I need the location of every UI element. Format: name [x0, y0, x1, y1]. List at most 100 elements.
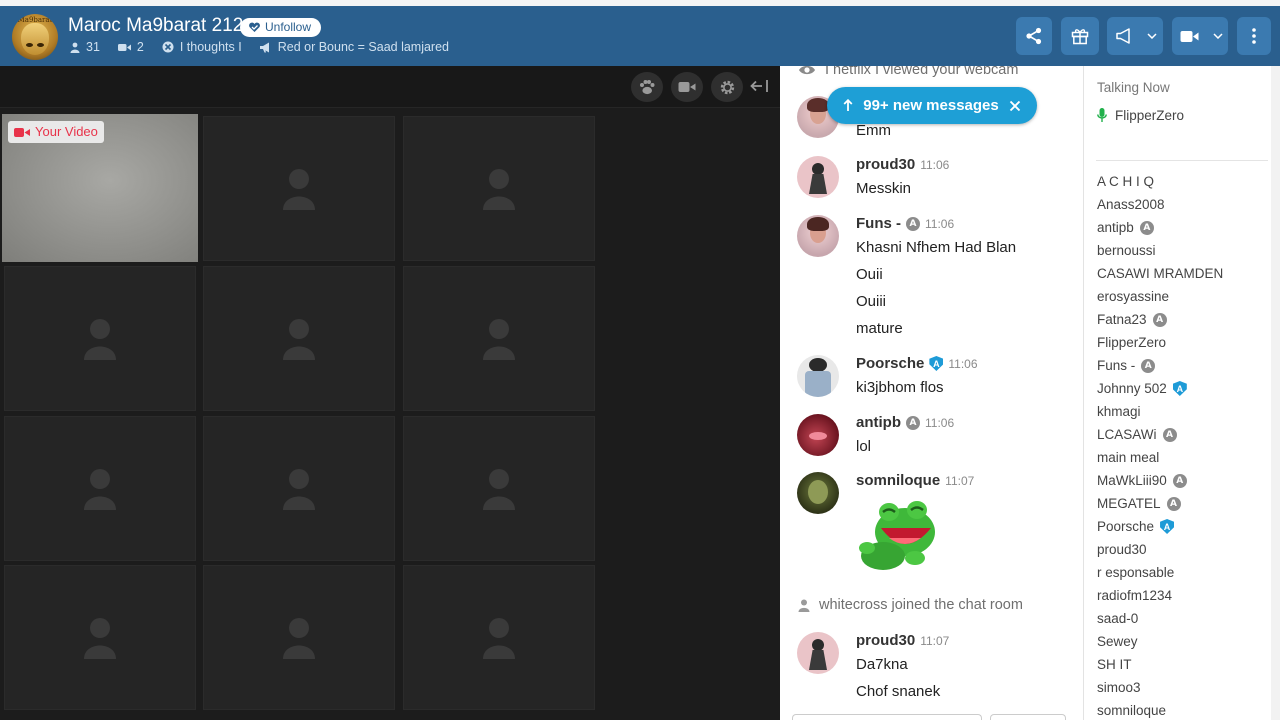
avatar-hair [807, 217, 829, 231]
user-name: SH IT [1097, 657, 1132, 672]
user-list-item[interactable]: r esponsable [1097, 561, 1223, 584]
message-text: Chof snanek [856, 683, 941, 700]
avatar-head [812, 163, 824, 175]
camera-dropdown-button[interactable] [1172, 17, 1228, 55]
user-avatar[interactable] [797, 355, 839, 397]
user-placeholder-icon [283, 318, 315, 360]
new-messages-button[interactable]: 99+ new messages [827, 87, 1037, 124]
camera-count-icon [117, 43, 131, 51]
message-text: mature [856, 320, 903, 337]
more-menu-button[interactable] [1237, 17, 1271, 55]
user-list-item[interactable]: proud30 [1097, 538, 1223, 561]
user-list-item[interactable]: Poorsche A [1097, 515, 1223, 538]
gift-button[interactable] [1061, 17, 1099, 55]
message-author[interactable]: proud30 11:07 [856, 632, 949, 649]
system-message-text: I netflix I viewed your webcam [825, 66, 1019, 78]
user-name: antipb [1097, 220, 1134, 235]
user-list-item[interactable]: khmagi [1097, 400, 1223, 423]
announce-dropdown-button[interactable] [1107, 17, 1163, 55]
user-avatar[interactable] [797, 472, 839, 514]
new-messages-label: 99+ new messages [863, 97, 999, 114]
message-author[interactable]: proud30 11:06 [856, 156, 949, 173]
paw-button[interactable] [631, 72, 663, 102]
user-name: A C H I Q [1097, 174, 1155, 189]
user-list-item[interactable]: erosyassine [1097, 285, 1223, 308]
collapse-button[interactable] [750, 78, 770, 99]
laughing-frog-sticker [855, 498, 943, 579]
user-avatar[interactable] [797, 632, 839, 674]
user-name: Fatna23 [1097, 312, 1147, 327]
close-icon[interactable] [1009, 100, 1021, 112]
chat-input[interactable] [792, 714, 982, 720]
heart-check-icon [249, 22, 260, 32]
more-icon [1252, 28, 1256, 44]
room-avatar[interactable]: Ma9barat 212 [12, 14, 58, 60]
message-text: Emm [856, 122, 891, 139]
user-avatar[interactable] [797, 414, 839, 456]
user-name: somniloque [1097, 703, 1167, 718]
user-placeholder-icon [483, 168, 515, 210]
user-list-item[interactable]: SH IT [1097, 653, 1223, 676]
scrollbar[interactable] [1271, 66, 1280, 720]
user-list-item[interactable]: Johnny 502 A [1097, 377, 1223, 400]
user-list-item[interactable]: MEGATEL A [1097, 492, 1223, 515]
user-name: FlipperZero [1097, 335, 1167, 350]
message-time: 11:07 [945, 473, 975, 488]
user-list-item[interactable]: Sewey [1097, 630, 1223, 653]
account-badge-icon: A [1162, 427, 1177, 442]
user-list-item[interactable]: Funs - A [1097, 354, 1223, 377]
message-author[interactable]: Poorsche A 11:06 [856, 355, 978, 372]
message-author[interactable]: antipb A 11:06 [856, 414, 954, 431]
video-tile-empty [403, 266, 595, 411]
avatar-head [809, 358, 827, 372]
user-list-item[interactable]: A C H I Q [1097, 170, 1223, 193]
user-list-item[interactable]: simoo3 [1097, 676, 1223, 699]
user-list-item[interactable]: CASAWI MRAMDEN [1097, 262, 1223, 285]
share-button[interactable] [1016, 17, 1052, 55]
user-list-item[interactable]: main meal [1097, 446, 1223, 469]
chat-send-area[interactable] [990, 714, 1066, 720]
arrow-up-icon [843, 99, 853, 111]
user-name: erosyassine [1097, 289, 1170, 304]
self-video-tile[interactable]: Your Video [2, 114, 198, 262]
user-list-item[interactable]: Fatna23 A [1097, 308, 1223, 331]
user-placeholder-icon [84, 617, 116, 659]
message-time: 11:06 [920, 157, 950, 172]
user-list-item[interactable]: somniloque [1097, 699, 1223, 720]
account-badge-icon: A [906, 415, 920, 430]
avatar-lips [809, 432, 827, 440]
user-list-item[interactable]: FlipperZero [1097, 331, 1223, 354]
microphone-icon [1097, 108, 1107, 122]
user-avatar[interactable] [797, 156, 839, 198]
gift-icon [1071, 29, 1089, 45]
divider [1096, 160, 1268, 161]
avatar-body [809, 650, 827, 670]
user-list-item[interactable]: antipb A [1097, 216, 1223, 239]
video-tile-empty [403, 416, 595, 561]
mask-eye-right [37, 43, 44, 47]
user-avatar[interactable] [797, 215, 839, 257]
chevron-down-icon [1147, 33, 1157, 39]
message-author[interactable]: somniloque 11:07 [856, 472, 974, 489]
users-panel: Talking Now FlipperZero A C H I Q Anass20… [1084, 66, 1280, 720]
avatar-hair [807, 98, 829, 112]
user-list-item[interactable]: radiofm1234 [1097, 584, 1223, 607]
shield-badge-icon: A [1160, 519, 1175, 534]
room-stats: 31 2 I thoughts I Red or Bounc = Saad la… [70, 40, 449, 54]
eye-icon [799, 66, 815, 75]
video-tile-empty [403, 116, 595, 261]
user-placeholder-icon [483, 617, 515, 659]
message-author[interactable]: Funs - A 11:06 [856, 215, 954, 232]
user-list-item[interactable]: LCASAWi A [1097, 423, 1223, 446]
user-list-item[interactable]: bernoussi [1097, 239, 1223, 262]
video-tile-empty [203, 266, 395, 411]
gold-mask-image [21, 23, 49, 55]
user-list-item[interactable]: saad-0 [1097, 607, 1223, 630]
avatar-head [812, 639, 824, 651]
user-list-item[interactable]: Anass2008 [1097, 193, 1223, 216]
user-list-item[interactable]: MaWkLiii90 A [1097, 469, 1223, 492]
talking-user[interactable]: FlipperZero [1097, 108, 1184, 123]
video-toggle-button[interactable] [671, 72, 703, 102]
unfollow-button[interactable]: Unfollow [240, 18, 322, 37]
settings-button[interactable] [711, 72, 743, 102]
